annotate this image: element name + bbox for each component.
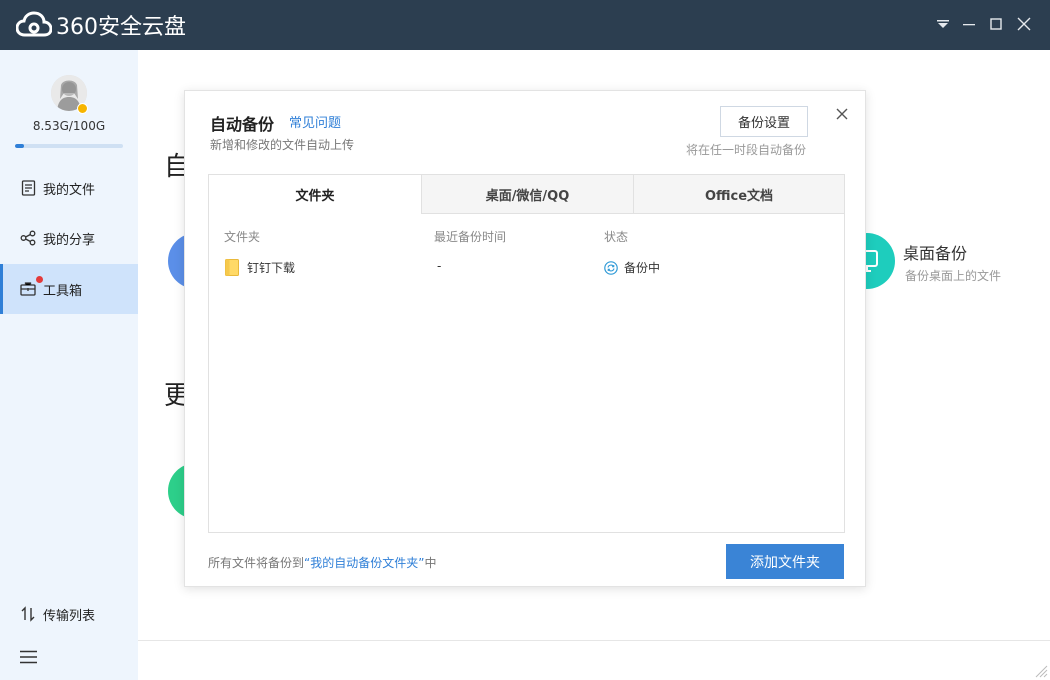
title-bar: 360安全云盘 [0,0,1050,50]
status-text: 备份中 [624,261,661,275]
last-backup-cell: - [437,259,442,273]
cloud-logo-icon [16,11,52,39]
add-folder-button[interactable]: 添加文件夹 [726,544,844,579]
desktop-backup-title[interactable]: 桌面备份 [903,240,967,264]
sidebar-item-my-files[interactable]: 我的文件 [0,163,138,213]
column-header-status: 状态 [604,230,629,244]
notification-dot [36,276,43,283]
footer-suffix: 中 [424,556,437,570]
dropdown-menu-icon[interactable] [932,13,954,35]
toolbox-icon [20,281,36,297]
dialog-subtitle: 新增和修改的文件自动上传 [210,138,355,152]
footer-note: 所有文件将备份到“我的自动备份文件夹”中 [208,554,436,571]
column-header-folder: 文件夹 [224,230,261,244]
auto-backup-folder-link[interactable]: “我的自动备份文件夹” [304,556,424,570]
close-icon[interactable] [1013,13,1035,35]
sidebar-item-toolbox[interactable]: 工具箱 [0,264,138,314]
sidebar-item-my-shares[interactable]: 我的分享 [0,213,138,263]
divider [138,640,1050,641]
share-icon [20,230,36,246]
tab-folders[interactable]: 文件夹 [209,175,421,214]
tab-office-docs[interactable]: Office文档 [633,175,844,214]
tab-bar: 文件夹 桌面/微信/QQ Office文档 [209,175,844,214]
transfer-icon [20,606,36,622]
dialog-close-icon[interactable] [835,107,849,121]
folder-cell: 钉钉下载 [225,259,295,276]
sidebar-item-label: 我的分享 [43,232,96,248]
app-title: 360安全云盘 [56,15,186,40]
maximize-icon[interactable] [985,13,1007,35]
faq-link[interactable]: 常见问题 [289,112,341,131]
storage-quota-fill [15,144,25,148]
app-logo: 360安全云盘 [16,10,186,40]
schedule-hint: 将在任一时段自动备份 [685,143,806,157]
sidebar-item-label: 传输列表 [43,608,96,624]
minimize-icon[interactable] [958,13,980,35]
folder-icon [225,259,239,276]
status-cell: 备份中 [604,259,660,276]
sidebar-item-label: 我的文件 [43,182,96,198]
column-header-last-backup: 最近备份时间 [434,230,507,244]
sidebar: 8.53G/100G 我的文件 我的分享 工具箱 传输列表 [0,50,138,680]
dialog-title: 自动备份 [210,115,275,134]
sidebar-item-label: 工具箱 [43,283,83,299]
storage-quota-bar [15,144,123,148]
sidebar-item-transfer-list[interactable]: 传输列表 [0,589,138,639]
backup-settings-button[interactable]: 备份设置 [720,106,808,137]
hamburger-menu-icon[interactable] [0,633,138,680]
desktop-backup-desc: 备份桌面上的文件 [905,269,1002,283]
footer-prefix: 所有文件将备份到 [208,556,305,570]
storage-quota: 8.53G/100G [32,119,106,133]
auto-backup-dialog: 自动备份 常见问题 新增和修改的文件自动上传 备份设置 将在任一时段自动备份 文… [184,90,866,587]
file-list-icon [20,180,36,196]
backup-panel: 文件夹 桌面/微信/QQ Office文档 文件夹 最近备份时间 状态 钉钉下载… [208,174,845,533]
vip-badge-icon [77,103,88,114]
tab-desktop-wechat-qq[interactable]: 桌面/微信/QQ [421,175,633,214]
resize-grip-icon[interactable] [1034,664,1048,678]
folder-name: 钉钉下载 [247,261,296,275]
table-row[interactable]: 钉钉下载 - 备份中 [209,255,844,279]
syncing-icon [604,260,618,275]
